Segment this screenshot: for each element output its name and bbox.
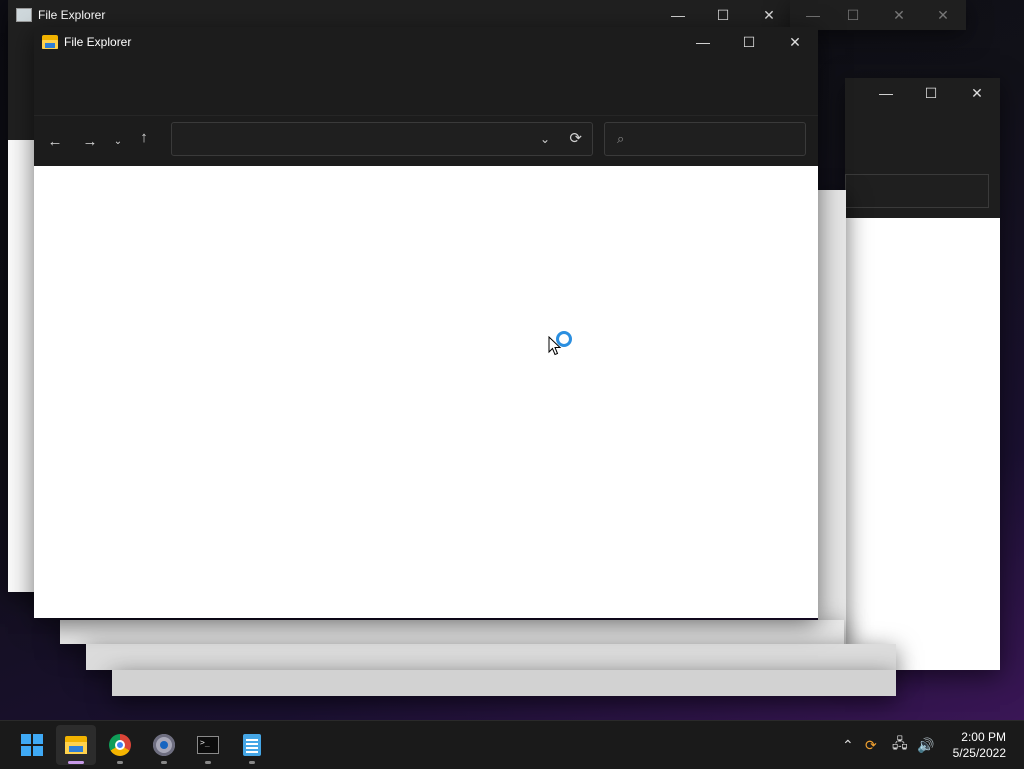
maximize-icon: ☐ (742, 33, 756, 50)
window-edge (60, 620, 844, 644)
close-button[interactable]: ✕ (772, 27, 818, 57)
maximize-button[interactable]: ☐ (726, 27, 772, 57)
minimize-button[interactable]: — (680, 27, 726, 57)
minimize-icon: — (879, 85, 893, 101)
maximize-button[interactable]: ☐ (830, 0, 876, 30)
minimize-icon: — (806, 7, 820, 23)
maximize-button[interactable]: ☐ (908, 78, 954, 108)
close-icon: ✕ (893, 6, 905, 23)
address-bar[interactable]: ⌄ ⟳ (171, 122, 593, 156)
terminal-icon: >_ (197, 736, 219, 754)
chevron-up-icon: ⌃ (842, 736, 854, 753)
content-area (34, 166, 818, 618)
busy-spinner-icon (556, 331, 572, 347)
navigation-bar: ← → ⌄ ↑ ⌄ ⟳ ⌕ (34, 115, 818, 166)
chevron-down-icon: ⌄ (113, 135, 123, 147)
network-icon: 🖧 (892, 735, 908, 751)
windows-logo-icon (21, 734, 43, 756)
close-button[interactable]: ✕ (876, 0, 922, 30)
gear-icon (153, 734, 175, 756)
app-icon (16, 8, 32, 22)
folder-icon (65, 736, 87, 754)
window-edge (818, 190, 846, 646)
window-title: File Explorer (64, 35, 132, 49)
taskbar: >_ ⌃ ⟳ 🖧 🔊 2:00 PM 5/25/2022 (0, 720, 1024, 769)
start-button[interactable] (12, 725, 52, 765)
chevron-down-icon[interactable]: ⌄ (540, 123, 550, 155)
clock-time: 2:00 PM (961, 730, 1006, 744)
window-title: File Explorer (38, 8, 106, 22)
network-button[interactable]: 🖧 (892, 721, 908, 769)
search-box[interactable]: ⌕ (604, 122, 806, 156)
arrow-left-icon: ← (47, 132, 63, 150)
back-button[interactable]: ← (41, 129, 69, 153)
arrow-up-icon: ↑ (140, 128, 148, 146)
clock-date: 5/25/2022 (952, 746, 1006, 760)
explorer-window-back-2[interactable]: — ☐ ✕ ✕ (790, 0, 966, 30)
arrow-right-icon: → (82, 132, 98, 150)
explorer-window-main[interactable]: File Explorer — ☐ ✕ ← → ⌄ ↑ ⌄ ⟳ ⌕ (34, 27, 818, 618)
search-box[interactable] (845, 174, 989, 208)
close-button[interactable]: ✕ (746, 0, 792, 30)
close-icon: ✕ (971, 84, 983, 101)
minimize-button[interactable]: — (655, 0, 701, 30)
taskbar-terminal[interactable]: >_ (188, 725, 228, 765)
close-button[interactable]: ✕ (920, 0, 966, 30)
minimize-icon: — (671, 7, 685, 23)
recent-locations-button[interactable]: ⌄ (108, 129, 128, 153)
clock[interactable]: 2:00 PM 5/25/2022 (953, 729, 1006, 761)
refresh-icon[interactable]: ⟳ (569, 123, 582, 155)
show-hidden-icons-button[interactable]: ⌃ (842, 721, 854, 769)
volume-button[interactable]: 🔊 (917, 721, 934, 769)
window-edge (86, 644, 896, 670)
forward-button[interactable]: → (76, 129, 104, 153)
maximize-icon: ☐ (716, 6, 730, 23)
folder-icon (42, 35, 58, 49)
maximize-button[interactable]: ☐ (700, 0, 746, 30)
explorer-window-back-3[interactable]: — ☐ ✕ (845, 78, 1000, 670)
content-area (845, 218, 1000, 670)
speaker-icon: 🔊 (917, 736, 935, 753)
maximize-icon: ☐ (924, 84, 938, 101)
search-input[interactable] (637, 127, 801, 151)
search-icon: ⌕ (617, 131, 625, 146)
close-icon: ✕ (789, 33, 801, 50)
minimize-icon: — (696, 34, 710, 50)
minimize-button[interactable]: — (863, 78, 909, 108)
taskbar-chrome[interactable] (100, 725, 140, 765)
taskbar-settings[interactable] (144, 725, 184, 765)
maximize-icon: ☐ (846, 6, 860, 23)
sync-icon: ⟳ (865, 736, 877, 753)
window-edge (112, 670, 896, 696)
sync-status-button[interactable]: ⟳ (865, 721, 877, 769)
up-button[interactable]: ↑ (130, 125, 158, 149)
taskbar-notepad[interactable] (232, 725, 272, 765)
chrome-icon (109, 734, 131, 756)
close-icon: ✕ (937, 6, 949, 23)
taskbar-file-explorer[interactable] (56, 725, 96, 765)
desktop: File Explorer — ☐ ✕ — ☐ ✕ ✕ — ☐ ✕ File E… (0, 0, 1024, 720)
close-icon: ✕ (763, 6, 775, 23)
notepad-icon (243, 734, 261, 756)
close-button[interactable]: ✕ (954, 78, 1000, 108)
